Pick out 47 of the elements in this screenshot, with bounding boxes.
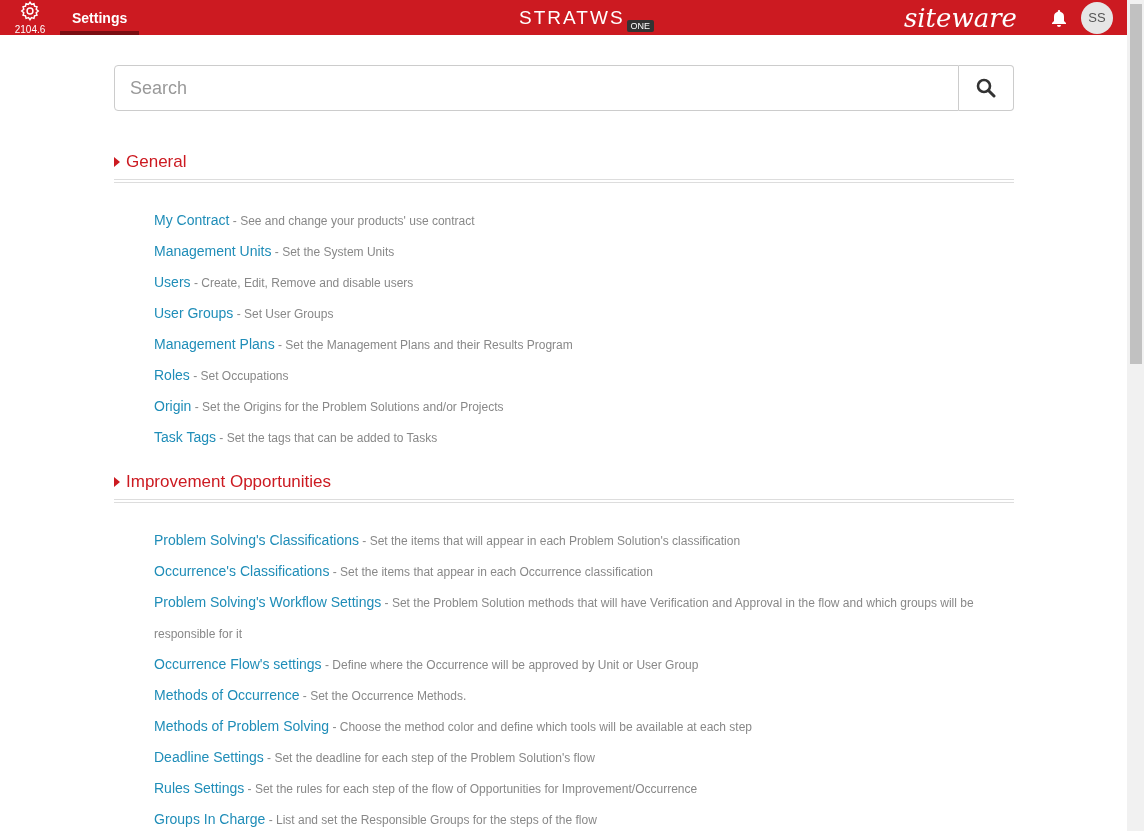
settings-entry: My Contract - See and change your products' use contract [154,211,476,230]
settings-link[interactable]: Roles [154,367,190,383]
brand-logo: siteware [903,2,1017,33]
settings-link[interactable]: Users [154,274,191,290]
settings-entry: Origin - Set the Origins for the Problem Solutions and/or Projects [154,397,505,416]
section-title[interactable]: Improvement Opportunities [126,472,332,492]
settings-link[interactable]: Deadline Settings [154,749,264,765]
settings-link[interactable]: Occurrence Flow's settings [154,656,322,672]
settings-link[interactable]: Groups In Charge [154,811,266,827]
settings-link[interactable]: Origin [154,398,192,414]
settings-entry: Methods of Occurrence - Set the Occurrence Methods. [154,686,468,705]
settings-link[interactable]: Problem Solving's Classifications [154,532,359,548]
settings-entry: Rules Settings - Set the rules for each step of the flow of Opportunities for Improvement/Occurrence [154,779,699,798]
search-button[interactable] [959,65,1014,111]
scrollbar-thumb[interactable] [1130,4,1142,364]
settings-entry: Problem Solving's Workflow Settings - Set the Problem Solution methods that will have Verification and Approval in the flow and which groups will be responsible for it [154,593,975,643]
settings-link[interactable]: Management Plans [154,336,275,352]
settings-entry: Roles - Set Occupations [154,366,290,385]
version-number: 2104.6 [14,24,46,35]
section-title[interactable]: General [126,152,187,172]
user-avatar[interactable]: SS [1081,1,1113,34]
settings-entry: User Groups - Set User Groups [154,304,335,323]
settings-entry: Occurrence's Classifications - Set the items that appear in each Occurrence classification [154,562,654,581]
settings-icon[interactable] [19,0,41,22]
settings-link[interactable]: Methods of Occurrence [154,687,300,703]
settings-entry: Methods of Problem Solving - Choose the method color and define which tools will be available at each step [154,717,753,736]
settings-link[interactable]: Occurrence's Classifications [154,563,330,579]
settings-link[interactable]: My Contract [154,212,230,228]
settings-link[interactable]: User Groups [154,305,234,321]
settings-link[interactable]: Task Tags [154,429,216,445]
settings-entry: Users - Create, Edit, Remove and disable users [154,273,415,292]
settings-entry: Task Tags - Set the tags that can be added to Tasks [154,428,439,447]
settings-tab[interactable]: Settings [60,0,140,35]
product-logo: STRATWS ONE [519,3,655,32]
search-field[interactable]: Search [114,65,959,111]
settings-link[interactable]: Methods of Problem Solving [154,718,330,734]
settings-entry: Deadline Settings - Set the deadline for each step of the Problem Solution's flow [154,748,596,767]
settings-link[interactable]: Rules Settings [154,780,245,796]
settings-entry: Management Units - Set the System Units [154,242,396,261]
settings-entry: Problem Solving's Classifications - Set the items that will appear in each Problem Solution's classification [154,531,742,550]
settings-entry: Occurrence Flow's settings - Define where the Occurrence will be approved by Unit or User Group [154,655,700,674]
settings-entry: Groups In Charge - List and set the Responsible Groups for the steps of the flow [154,810,598,829]
search-icon [976,78,996,98]
settings-link[interactable]: Management Units [154,243,272,259]
notification-bell-icon[interactable] [1051,8,1067,27]
settings-link[interactable]: Problem Solving's Workflow Settings [154,594,382,610]
settings-entry: Management Plans - Set the Management Plans and their Results Program [154,335,574,354]
